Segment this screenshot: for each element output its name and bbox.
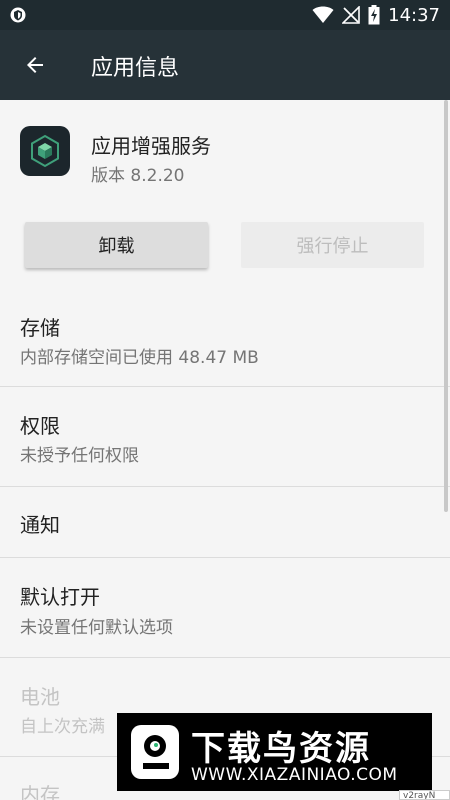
app-version: 版本 8.2.20 (91, 166, 185, 186)
page-title: 应用信息 (91, 56, 180, 81)
scrollbar[interactable] (444, 100, 448, 512)
settings-item-open-by-default[interactable]: 默认打开 未设置任何默认选项 (0, 558, 450, 657)
settings-item-title: 权限 (20, 414, 60, 438)
wifi-icon (312, 6, 334, 23)
settings-item-subtitle: 自上次充满 (20, 717, 105, 737)
no-sim-icon (342, 6, 360, 24)
settings-item-title: 通知 (20, 513, 60, 537)
force-stop-button[interactable]: 强行停止 (241, 222, 424, 268)
app-icon (20, 126, 70, 176)
back-button[interactable] (14, 44, 56, 86)
battery-charging-icon (368, 5, 380, 25)
settings-item-title: 内存 (20, 783, 60, 800)
bird-logo-icon (131, 725, 179, 779)
settings-item-title: 默认打开 (20, 585, 100, 609)
settings-item-subtitle: 内部存储空间已使用 48.47 MB (20, 348, 259, 368)
shield-icon (10, 7, 26, 23)
toolbar: 应用信息 (0, 30, 450, 100)
uninstall-button[interactable]: 卸载 (25, 222, 208, 268)
settings-item-subtitle: 未设置任何默认选项 (20, 618, 173, 638)
corner-tag: v2rayN (399, 790, 450, 800)
cube-logo-icon (31, 134, 59, 168)
arrow-back-icon (27, 57, 43, 73)
settings-item-title: 电池 (20, 685, 60, 709)
status-bar: 14:37 (0, 0, 450, 30)
status-time: 14:37 (388, 4, 440, 26)
settings-item-permissions[interactable]: 权限 未授予任何权限 (0, 387, 450, 486)
app-name: 应用增强服务 (91, 134, 211, 158)
watermark-url: WWW.XIAZAINIAO.COM (191, 765, 398, 785)
settings-item-notifications[interactable]: 通知 (0, 487, 450, 557)
settings-item-title: 存储 (20, 316, 60, 340)
app-header: 应用增强服务 版本 8.2.20 (0, 100, 450, 210)
watermark-title: 下载鸟资源 (191, 729, 371, 769)
settings-item-subtitle: 未授予任何权限 (20, 446, 139, 466)
settings-item-storage[interactable]: 存储 内部存储空间已使用 48.47 MB (0, 290, 450, 387)
watermark-banner: 下载鸟资源 WWW.XIAZAINIAO.COM (117, 713, 432, 791)
